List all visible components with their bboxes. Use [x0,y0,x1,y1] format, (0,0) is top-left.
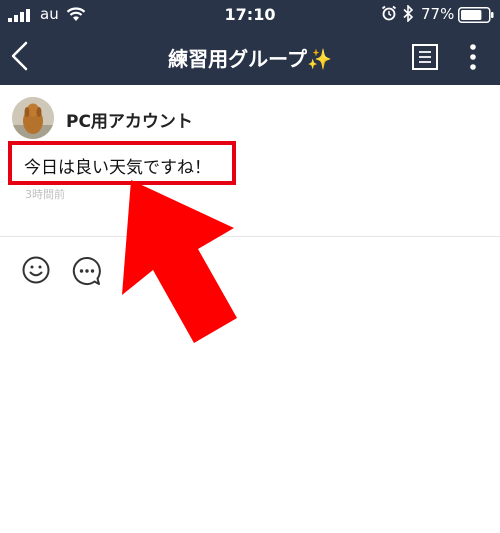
header-bar: au 17:10 77% 練習用グループ✨ [0,0,500,85]
more-options-button[interactable] [465,42,481,72]
notes-button[interactable] [412,44,438,70]
alarm-icon [381,5,397,21]
page-title: 練習用グループ✨ [168,47,332,71]
status-bar: au 17:10 77% [0,0,500,28]
back-button[interactable] [8,40,32,72]
divider [0,236,500,237]
battery-percent: 77% [421,5,455,23]
post-timestamp: 3時間前 [25,188,65,201]
bluetooth-icon [403,5,414,22]
reply-icon[interactable] [72,256,102,286]
avatar[interactable] [12,97,54,139]
battery-icon [458,7,494,23]
post-message: 今日は良い天気ですね！ [24,158,211,178]
emoji-icon[interactable] [22,256,50,284]
post-author: PC用アカウント [66,112,193,132]
message-highlight-box: 今日は良い天気ですね！ [8,141,236,185]
